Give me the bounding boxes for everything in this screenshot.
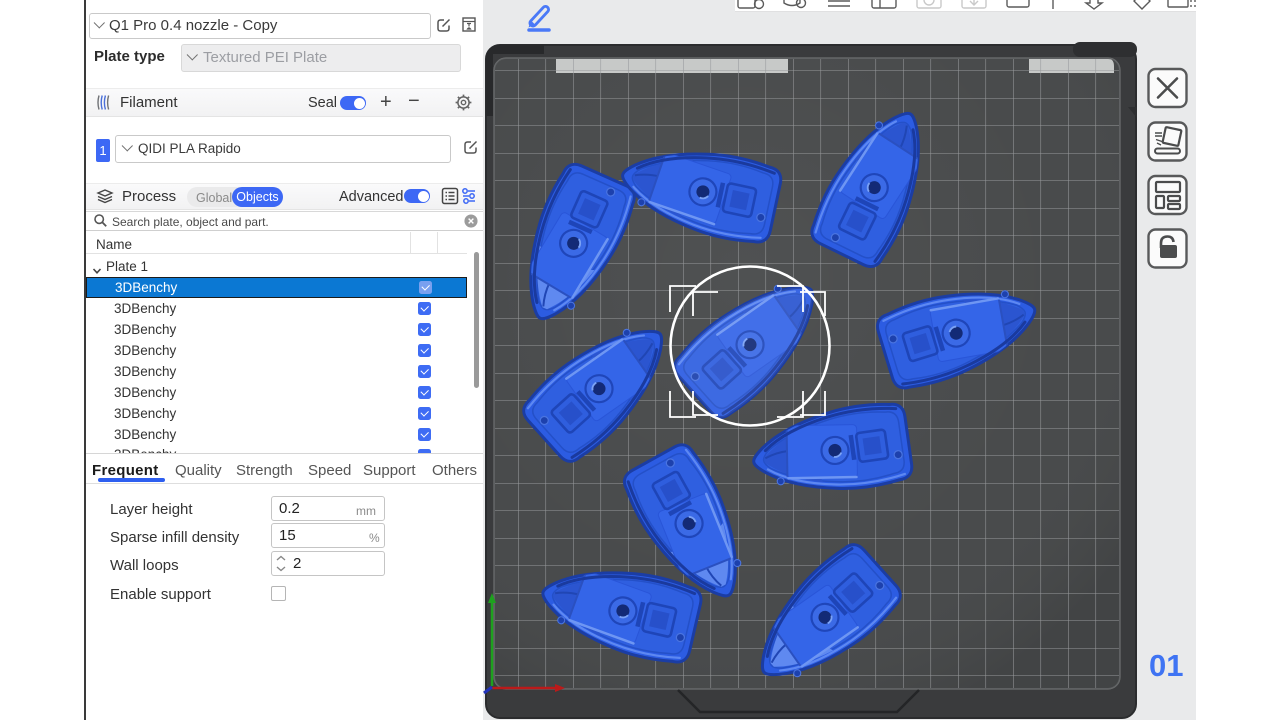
svg-text:01: 01 bbox=[1149, 648, 1183, 683]
